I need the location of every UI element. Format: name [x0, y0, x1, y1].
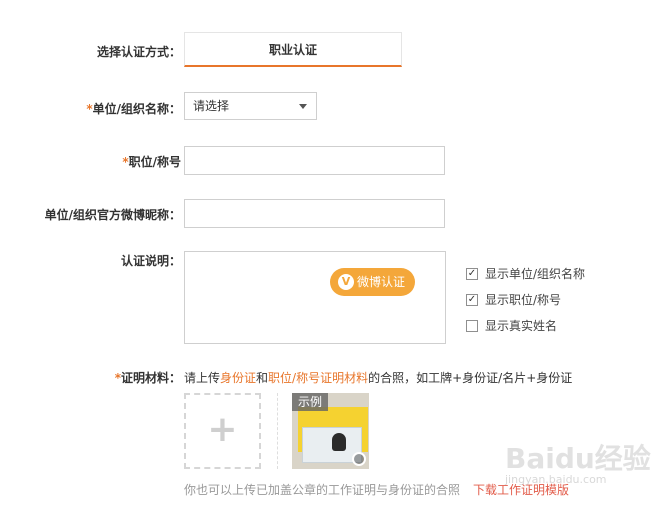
proof-label-text: 证明材料： — [120, 371, 181, 385]
weibo-v-icon: V — [338, 274, 354, 290]
baidu-watermark: Baidu经验 jingyan.baidu.com — [505, 437, 651, 486]
checkbox-show-org-name[interactable]: ✓ — [466, 268, 478, 280]
sample-image[interactable]: 示例 — [292, 393, 369, 469]
org-name-label-text: 单位/组织名称： — [92, 102, 181, 116]
tab-professional-auth[interactable]: 职业认证 — [184, 32, 402, 67]
weibo-auth-button-label: 微博认证 — [357, 275, 406, 289]
upload-button[interactable]: + — [184, 393, 261, 469]
position-input[interactable] — [184, 146, 445, 175]
proof-label: *证明材料： — [115, 369, 181, 386]
hint-text: 请上传 — [184, 371, 221, 385]
chevron-down-icon — [299, 104, 307, 109]
hint-position-proof: 职位/称号证明材料 — [268, 371, 369, 385]
weibo-nick-label: 单位/组织官方微博昵称： — [44, 208, 181, 222]
hint-id-card: 身份证 — [220, 371, 257, 385]
sample-tag: 示例 — [292, 393, 329, 411]
position-label: *职位/称号 — [122, 153, 181, 170]
auth-method-label: 选择认证方式： — [96, 45, 181, 59]
org-name-select[interactable]: 请选择 — [184, 92, 317, 120]
zoom-icon — [352, 452, 366, 466]
divider — [277, 393, 278, 469]
proof-hint: 请上传身份证和职位/称号证明材料的合照，如工牌+身份证/名片+身份证 — [184, 369, 572, 386]
option-label: 显示职位/称号 — [485, 293, 562, 307]
proof-footnote: 你也可以上传已加盖公章的工作证明与身份证的合照 — [184, 483, 461, 497]
option-label: 显示真实姓名 — [485, 319, 558, 333]
plus-icon: + — [207, 409, 238, 450]
org-name-select-value: 请选择 — [193, 99, 230, 113]
position-label-text: 职位/称号 — [128, 155, 181, 169]
org-name-label: *单位/组织名称： — [86, 100, 181, 117]
watermark-brand: Baidu经验 — [505, 442, 651, 475]
hint-text: 和 — [256, 371, 269, 385]
id-photo-graphic — [332, 433, 346, 451]
checkbox-show-position[interactable]: ✓ — [466, 294, 478, 306]
weibo-nick-input[interactable] — [184, 199, 445, 228]
hint-text: 的合照，如工牌+身份证/名片+身份证 — [368, 371, 573, 385]
description-label: 认证说明： — [120, 254, 181, 268]
option-label: 显示单位/组织名称 — [485, 267, 586, 281]
checkbox-show-real-name[interactable] — [466, 320, 478, 332]
weibo-auth-button[interactable]: V 微博认证 — [330, 268, 415, 296]
description-textarea[interactable] — [184, 251, 446, 344]
